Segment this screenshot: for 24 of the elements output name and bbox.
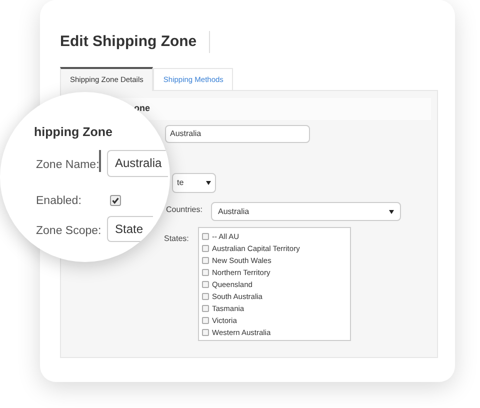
page-title: Edit Shipping Zone <box>60 32 198 52</box>
checkbox[interactable] <box>202 233 209 240</box>
checkbox[interactable] <box>202 269 209 276</box>
magnified-heading: hipping Zone <box>34 124 112 141</box>
enabled-checkbox[interactable] <box>110 195 121 206</box>
field-label: Zone Scope: <box>36 224 102 239</box>
checkbox[interactable] <box>202 257 209 264</box>
countries-label: Countries: <box>166 204 204 216</box>
zone-name-input[interactable]: Australia <box>165 125 310 143</box>
caret-icon <box>389 210 394 214</box>
checkbox[interactable] <box>202 281 209 288</box>
checkbox[interactable] <box>202 293 209 300</box>
field-label: Zone Name: <box>36 158 100 173</box>
states-label: States: <box>164 233 190 245</box>
checkbox[interactable] <box>202 329 209 336</box>
caret-icon <box>206 181 211 185</box>
countries-select[interactable]: Australia <box>211 202 401 221</box>
checkbox[interactable] <box>202 305 209 312</box>
checkbox[interactable] <box>202 245 209 252</box>
zone-scope-select[interactable]: te <box>172 173 216 193</box>
zone-name-input[interactable]: Australia <box>107 150 168 177</box>
checkbox[interactable] <box>202 317 209 324</box>
field-label: Enabled: <box>36 194 82 209</box>
zone-scope-select[interactable]: State <box>107 216 153 242</box>
